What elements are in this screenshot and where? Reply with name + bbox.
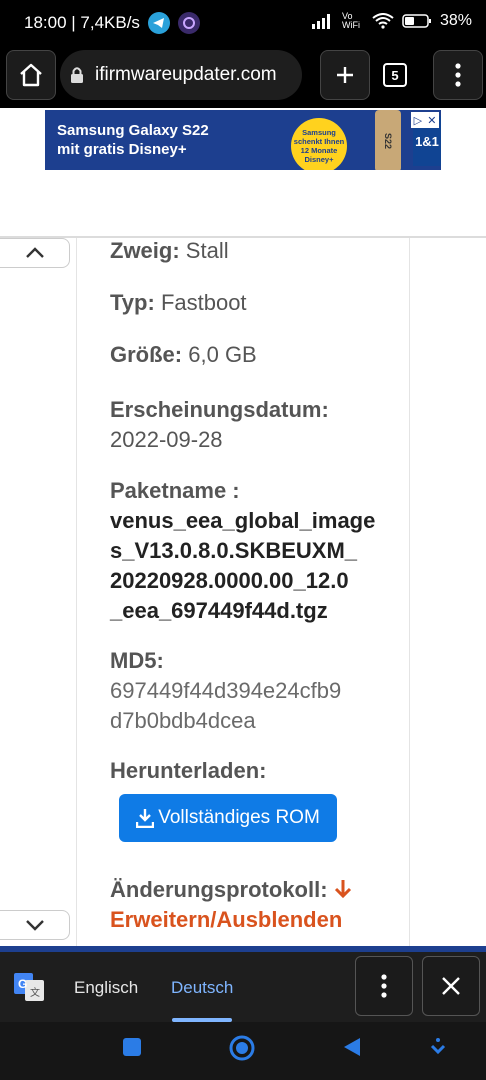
back-button[interactable]	[342, 1036, 362, 1058]
signal-icon	[311, 14, 330, 29]
ad-phone-image: S22	[375, 110, 401, 170]
ad-info-icon: ▷	[413, 114, 423, 127]
status-bar: 18:00 | 7,4KB/s Vo WiFi 38%	[0, 0, 486, 48]
ad-headline-line: mit gratis Disney+	[57, 141, 187, 158]
battery-percent: 38%	[439, 12, 472, 29]
package-line: 20220928.0000.00_12.0	[110, 568, 349, 593]
ad-headline-line: Samsung Galaxy S22	[57, 122, 209, 139]
date-value: 2022-09-28	[110, 427, 223, 452]
app-icon	[177, 12, 200, 34]
wifi-icon	[372, 13, 394, 29]
vowifi-label: Vo WiFi	[341, 11, 360, 30]
date-label: Erscheinungsdatum:	[110, 397, 329, 422]
tab-count-badge: 5	[383, 63, 407, 87]
nav-extra-button[interactable]	[430, 1036, 446, 1056]
scroll-down-button[interactable]	[0, 910, 70, 940]
chevron-up-icon	[25, 247, 44, 258]
recents-button[interactable]	[121, 1036, 143, 1058]
system-nav-bar	[0, 1022, 486, 1080]
download-button-label: Vollständiges ROM	[158, 807, 320, 828]
scroll-up-button[interactable]	[0, 238, 70, 268]
ad-banner[interactable]: Samsung Galaxy S22 mit gratis Disney+ Sa…	[45, 110, 441, 170]
more-vert-icon	[381, 974, 387, 998]
home-icon	[20, 63, 42, 87]
download-icon	[136, 809, 155, 828]
md5-line: d7b0bdb4dcea	[110, 708, 256, 733]
source-language-tab[interactable]: Englisch	[74, 978, 138, 998]
download-full-rom-button[interactable]: Vollständiges ROM	[119, 794, 337, 842]
branch-value: Stall	[185, 238, 229, 263]
changelog-heading: Änderungsprotokoll:	[110, 875, 352, 905]
status-time-speed: 18:00 | 7,4KB/s	[24, 13, 140, 32]
svg-text:G: G	[18, 977, 27, 991]
md5-row: MD5: 697449f44d394e24cfb9 d7b0bdb4dcea	[110, 646, 341, 736]
tab-switcher-button[interactable]: 5	[370, 50, 420, 100]
ad-headline: Samsung Galaxy S22 mit gratis Disney+	[57, 121, 209, 159]
chevron-down-icon	[430, 1038, 446, 1055]
date-row: Erscheinungsdatum: 2022-09-28	[110, 395, 329, 455]
translate-close-button[interactable]	[422, 956, 480, 1016]
ad-phone-label: S22	[383, 132, 393, 149]
home-nav-button[interactable]	[228, 1034, 256, 1062]
translate-bar: G文 Englisch Deutsch	[0, 952, 486, 1022]
circle-icon	[229, 1035, 255, 1061]
download-row: Herunterladen:	[110, 756, 266, 786]
branch-label: Zweig:	[110, 238, 180, 263]
url-text: ifirmwareupdater.com	[95, 64, 277, 85]
package-label: Paketname :	[110, 478, 240, 503]
arrow-down-icon	[334, 880, 351, 899]
browser-toolbar: ifirmwareupdater.com 5	[0, 48, 486, 108]
close-icon	[442, 977, 460, 995]
changelog-row: Änderungsprotokoll: Erweitern/Ausblenden	[110, 875, 352, 935]
package-line: venus_eea_global_image	[110, 508, 376, 533]
package-line: _eea_697449f44d.tgz	[110, 598, 328, 623]
type-label: Typ:	[110, 290, 155, 315]
ad-choices-icon[interactable]: ▷ ✕	[411, 112, 439, 128]
size-value: 6,0 GB	[188, 342, 257, 367]
home-button[interactable]	[6, 50, 56, 100]
svg-text:文: 文	[30, 986, 40, 999]
ad-badge: Samsung schenkt Ihnen 12 Monate Disney+	[291, 118, 347, 170]
md5-line: 697449f44d394e24cfb9	[110, 678, 342, 703]
branch-row: Zweig: Stall	[110, 238, 229, 264]
battery-icon	[402, 14, 431, 28]
url-bar[interactable]: ifirmwareupdater.com	[60, 50, 302, 100]
triangle-back-icon	[344, 1038, 360, 1056]
target-language-tab[interactable]: Deutsch	[171, 978, 233, 998]
chevron-down-icon	[25, 920, 44, 931]
package-row: Paketname : venus_eea_global_image s_V13…	[110, 476, 375, 626]
ad-close-icon: ✕	[427, 114, 437, 127]
more-vert-icon	[455, 63, 461, 87]
ad-badge-line: Disney+	[304, 155, 334, 164]
plus-icon	[337, 67, 353, 83]
download-label: Herunterladen:	[110, 758, 267, 783]
new-tab-button[interactable]	[320, 50, 370, 100]
ad-badge-line: 12 Monate	[300, 146, 338, 155]
changelog-toggle-link[interactable]: Erweitern/Ausblenden	[110, 905, 352, 935]
type-row: Typ: Fastboot	[110, 290, 247, 316]
tab-count: 5	[391, 67, 399, 83]
browser-menu-button[interactable]	[433, 50, 483, 100]
translate-menu-button[interactable]	[355, 956, 413, 1016]
lock-icon	[71, 67, 83, 83]
package-line: s_V13.0.8.0.SKBEUXM_	[110, 538, 358, 563]
type-value: Fastboot	[160, 290, 247, 315]
status-right: Vo WiFi 38%	[311, 11, 472, 30]
ad-badge-line: schenkt Ihnen	[293, 137, 345, 146]
changelog-label: Änderungsprotokoll:	[110, 877, 328, 902]
google-translate-icon: G文	[14, 973, 44, 1001]
ad-badge-line: Samsung	[302, 128, 336, 137]
md5-label: MD5:	[110, 648, 164, 673]
size-label: Größe:	[110, 342, 183, 367]
status-left: 18:00 | 7,4KB/s	[24, 12, 200, 34]
ad-logo-text: 1&1	[415, 133, 439, 149]
square-icon	[123, 1038, 141, 1056]
size-row: Größe: 6,0 GB	[110, 342, 257, 368]
telegram-icon	[147, 12, 170, 34]
